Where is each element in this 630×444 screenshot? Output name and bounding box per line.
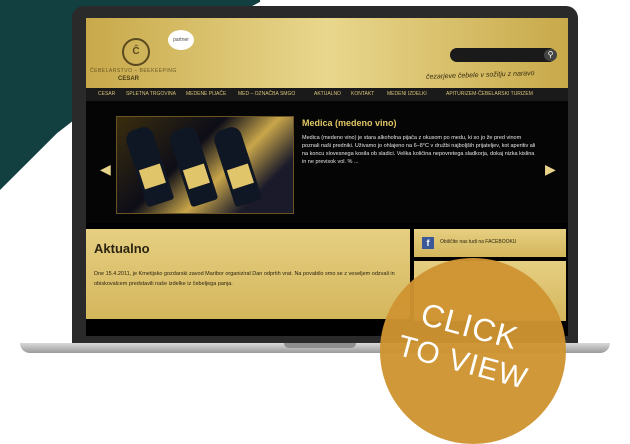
bottle-shape xyxy=(167,124,219,208)
nav-item-honey-label[interactable]: MED – OZNAČBA SMGO xyxy=(238,91,295,97)
nav-item-cesar[interactable]: CESAR xyxy=(98,91,115,97)
news-text: Dne 15.4.2011, je Kmetijsko gozdarski za… xyxy=(94,271,395,287)
laptop-notch xyxy=(284,343,356,348)
featured-slider: ◀ Medica (medeno vino) Medica (medeno vi… xyxy=(86,101,568,223)
nav-item-news[interactable]: AKTUALNO xyxy=(314,91,341,97)
bottle-label xyxy=(182,163,210,190)
site-slogan: čezarjeve čebele v sožitju z naravo xyxy=(425,70,535,81)
slider-next-icon[interactable]: ▶ xyxy=(545,161,556,178)
slide-description: Medica (medeno vino) je stara alkoholna … xyxy=(302,135,536,165)
nav-item-contact[interactable]: KONTAKT xyxy=(351,91,374,97)
search-icon[interactable]: ⚲ xyxy=(544,49,557,61)
nav-item-shop[interactable]: SPLETNA TRGOVINA xyxy=(126,91,176,97)
slider-prev-icon[interactable]: ◀ xyxy=(100,161,111,178)
facebook-link[interactable]: Obiščite nas tudi na FACEBOOKU xyxy=(440,239,516,245)
nav-item-products[interactable]: MEDENI IZDELKI xyxy=(387,91,427,97)
logo-subtitle: ČEBELARSTVO – BEEKEEPING xyxy=(90,68,177,74)
facebook-panel[interactable]: f Obiščite nas tudi na FACEBOOKU xyxy=(414,229,566,257)
main-navigation: CESAR SPLETNA TRGOVINA MEDENE PIJAČE MED… xyxy=(86,88,568,101)
logo-name[interactable]: CESAR xyxy=(118,76,139,82)
logo-icon[interactable]: Ĉ xyxy=(122,38,150,66)
bottle-label xyxy=(226,163,254,190)
news-panel: Aktualno Dne 15.4.2011, je Kmetijsko goz… xyxy=(86,229,410,319)
partner-logo[interactable]: partner xyxy=(168,30,194,50)
news-heading: Aktualno xyxy=(94,241,150,256)
mead-bottles-image xyxy=(116,116,294,214)
facebook-icon[interactable]: f xyxy=(422,237,434,249)
nav-item-drinks[interactable]: MEDENE PIJAČE xyxy=(186,91,226,97)
nav-item-tourism[interactable]: APITURIZEM-ČEBELARSKI TURIZEM xyxy=(446,91,533,97)
bottle-label xyxy=(138,163,166,190)
slide-title[interactable]: Medica (medeno vino) xyxy=(302,118,397,128)
site-header: Ĉ ČEBELARSTVO – BEEKEEPING CESAR partner… xyxy=(86,18,568,88)
search-input[interactable] xyxy=(450,48,556,62)
bottle-shape xyxy=(211,124,263,208)
bottle-shape xyxy=(123,124,175,208)
